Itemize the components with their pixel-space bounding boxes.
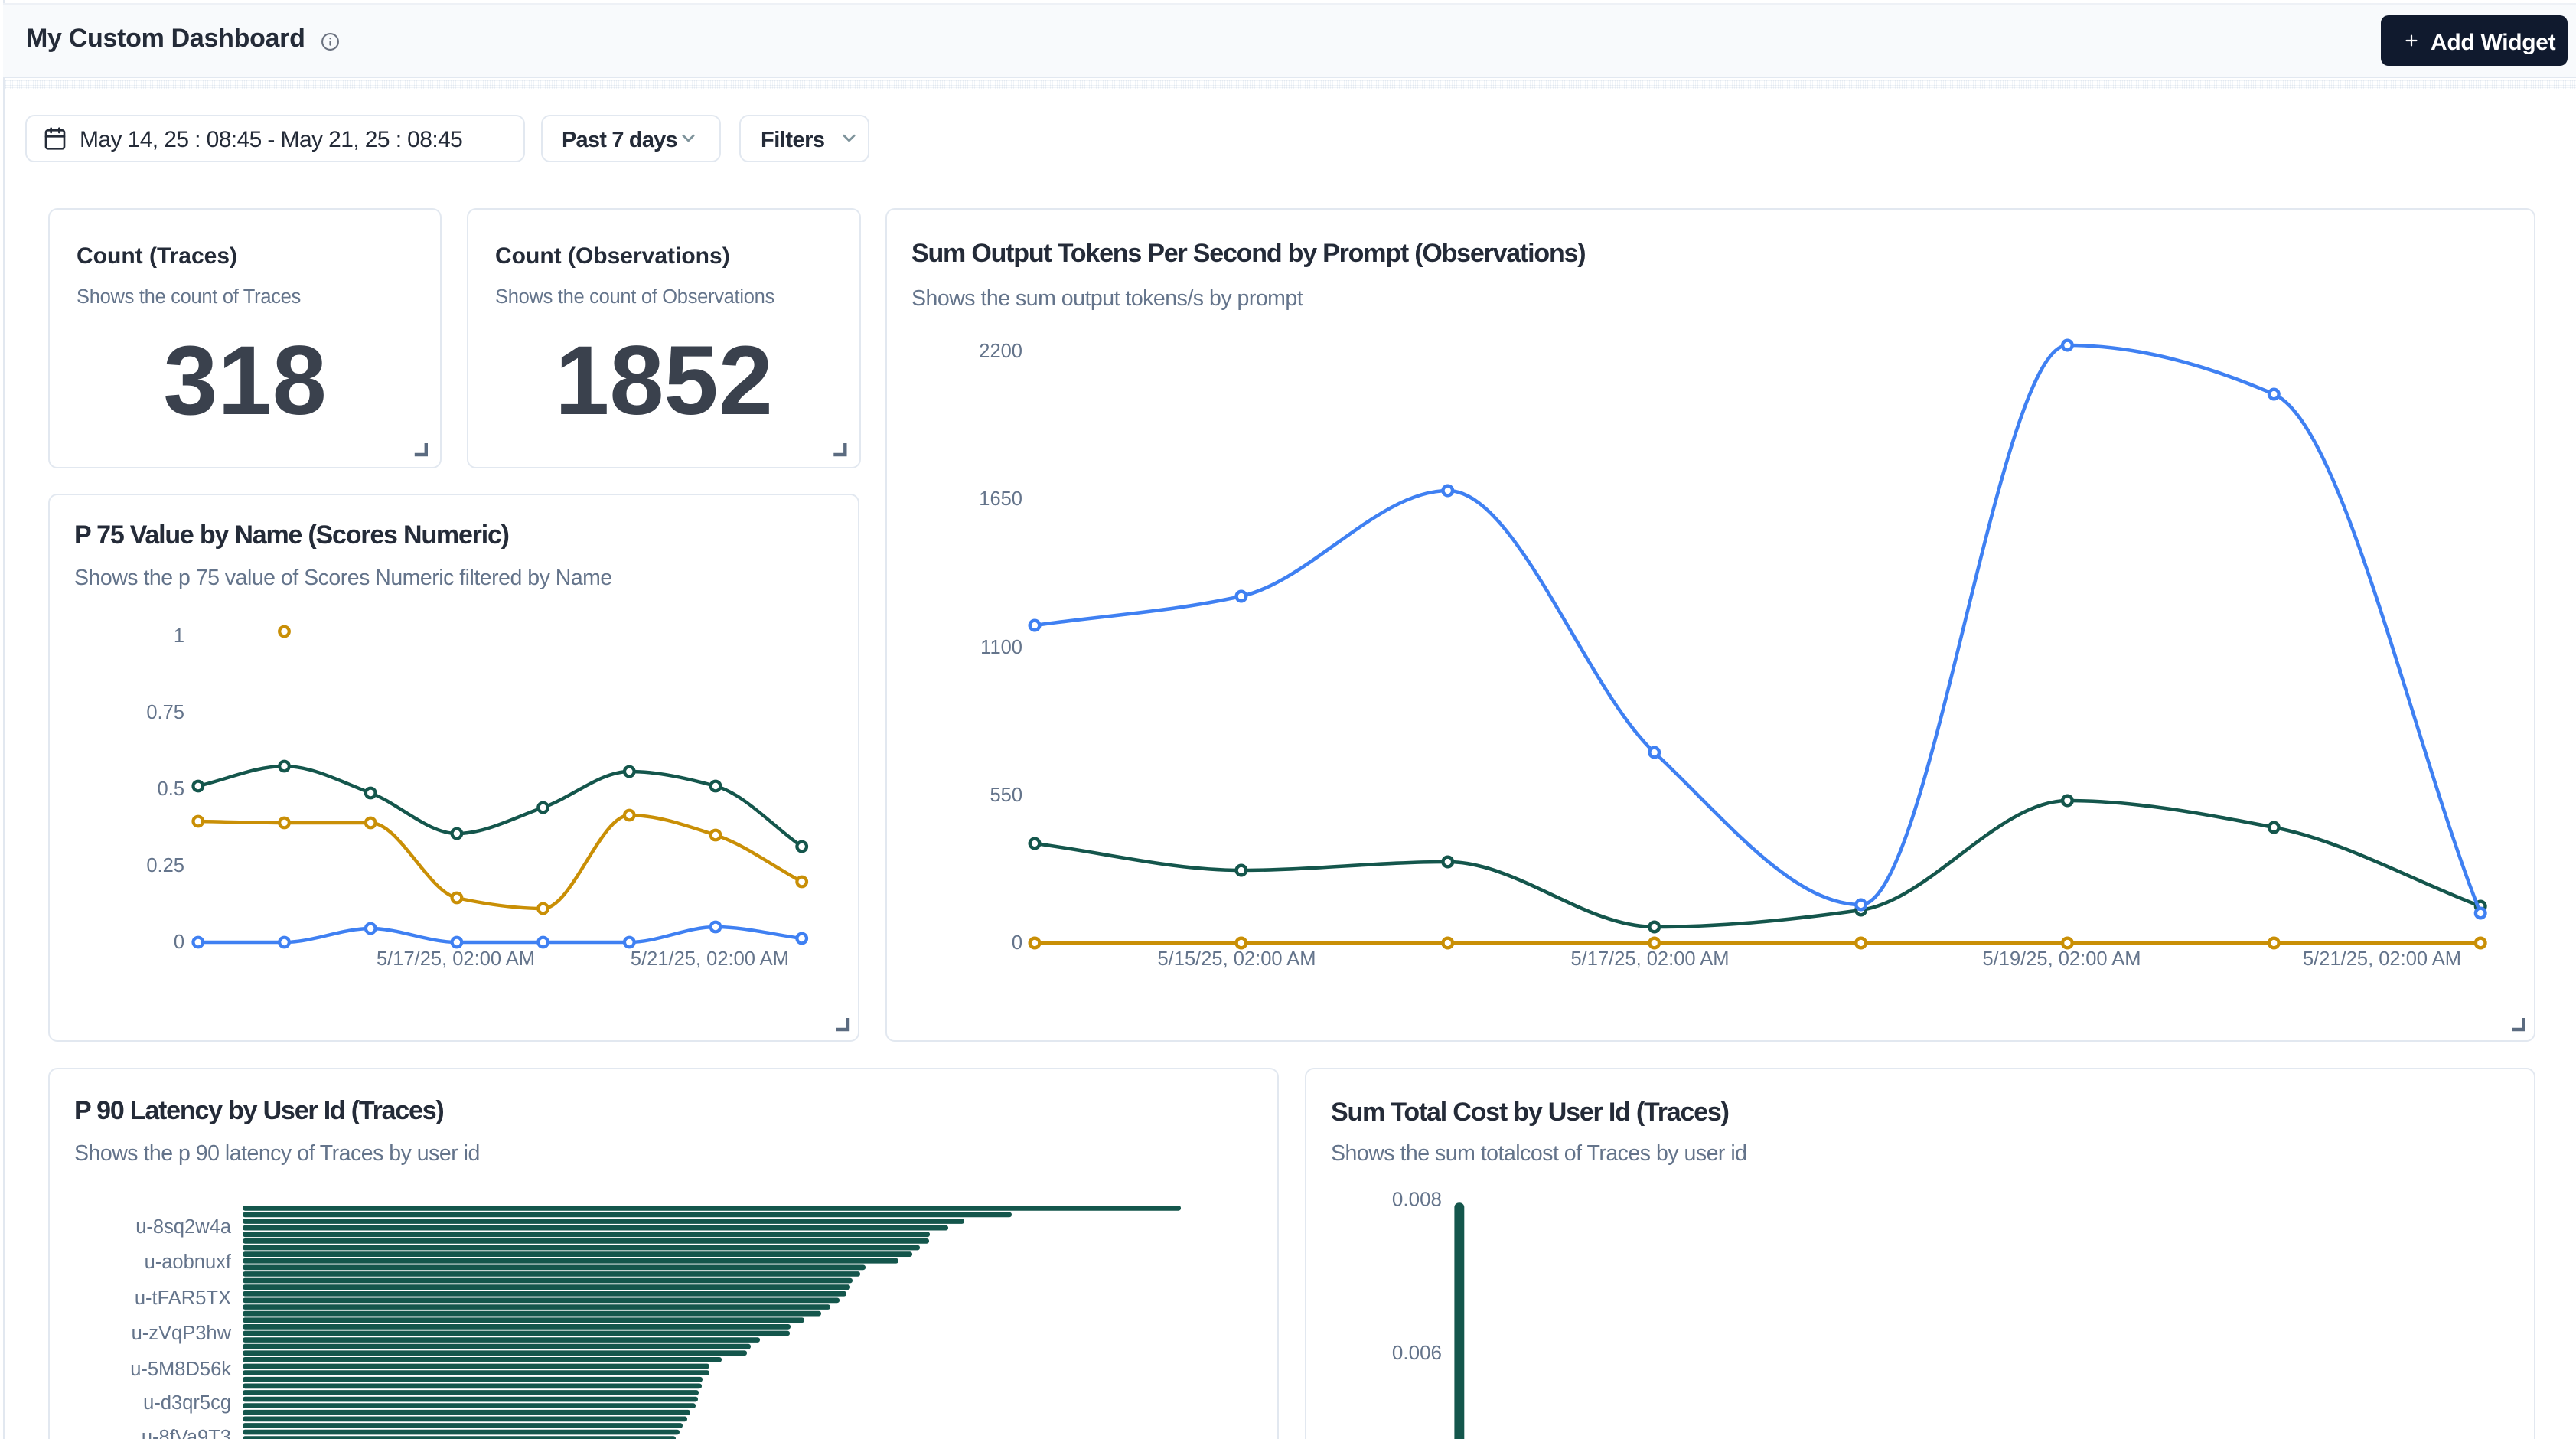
svg-text:0: 0	[174, 932, 184, 953]
svg-text:2200: 2200	[979, 341, 1022, 362]
svg-text:u-aobnuxf: u-aobnuxf	[145, 1251, 232, 1273]
svg-text:0.25: 0.25	[146, 855, 184, 876]
svg-text:5/19/25, 02:00 AM: 5/19/25, 02:00 AM	[1983, 948, 2141, 970]
svg-text:u-zVqP3hw: u-zVqP3hw	[132, 1323, 232, 1344]
svg-text:u-8sq2w4a: u-8sq2w4a	[135, 1216, 232, 1238]
svg-text:5/17/25, 02:00 AM: 5/17/25, 02:00 AM	[377, 948, 535, 970]
svg-text:1650: 1650	[979, 488, 1022, 510]
svg-text:u-8fVa9T3: u-8fVa9T3	[142, 1427, 231, 1439]
svg-text:0.008: 0.008	[1392, 1188, 1442, 1211]
svg-text:5/21/25, 02:00 AM: 5/21/25, 02:00 AM	[631, 948, 789, 970]
svg-text:1100: 1100	[980, 637, 1022, 658]
svg-text:550: 550	[990, 785, 1022, 806]
svg-text:u-tFAR5TX: u-tFAR5TX	[135, 1287, 231, 1309]
svg-text:0.75: 0.75	[146, 702, 184, 723]
svg-text:0.006: 0.006	[1392, 1341, 1442, 1364]
svg-text:0: 0	[1012, 932, 1022, 954]
svg-text:u-d3qr5cg: u-d3qr5cg	[143, 1392, 231, 1414]
svg-text:u-5M8D56k: u-5M8D56k	[130, 1359, 231, 1380]
svg-text:5/21/25, 02:00 AM: 5/21/25, 02:00 AM	[2303, 948, 2461, 970]
svg-text:5/17/25, 02:00 AM: 5/17/25, 02:00 AM	[1571, 948, 1730, 970]
svg-text:5/15/25, 02:00 AM: 5/15/25, 02:00 AM	[1158, 948, 1316, 970]
svg-text:1: 1	[174, 625, 184, 647]
svg-text:0.5: 0.5	[158, 778, 184, 800]
